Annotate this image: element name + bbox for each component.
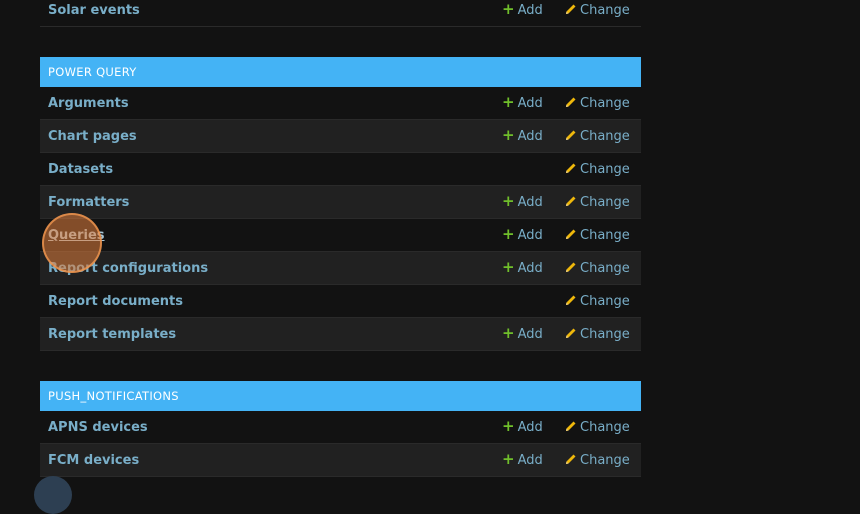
change-link-formatters[interactable]: Change: [565, 195, 630, 210]
change-link-report-documents[interactable]: Change: [565, 294, 630, 309]
model-row-datasets: Datasets Change: [40, 153, 641, 186]
model-row-report-templates: Report templates + Add Change: [40, 318, 641, 351]
module-caption-power-query: POWER QUERY: [40, 57, 641, 87]
change-label: Change: [580, 294, 630, 309]
plus-icon: +: [502, 450, 515, 468]
pencil-icon: [566, 163, 576, 173]
module-caption-push-notifications: PUSH_NOTIFICATIONS: [40, 381, 641, 411]
change-label: Change: [580, 129, 630, 144]
add-link-queries[interactable]: + Add: [502, 225, 543, 244]
change-label: Change: [580, 420, 630, 435]
model-link-apns-devices[interactable]: APNS devices: [48, 420, 148, 435]
model-row-formatters: Formatters + Add Change: [40, 186, 641, 219]
add-label: Add: [517, 453, 543, 468]
plus-icon: +: [502, 93, 515, 111]
model-row-report-configurations: Report configurations + Add Change: [40, 252, 641, 285]
pencil-icon: [566, 4, 576, 14]
plus-icon: +: [502, 0, 515, 18]
model-link-queries[interactable]: Queries: [48, 228, 105, 243]
change-link-chart-pages[interactable]: Change: [565, 129, 630, 144]
pencil-icon: [566, 130, 576, 140]
add-label: Add: [517, 261, 543, 276]
model-link-datasets[interactable]: Datasets: [48, 162, 113, 177]
add-label: Add: [517, 420, 543, 435]
pencil-icon: [566, 454, 576, 464]
add-link-apns-devices[interactable]: + Add: [502, 417, 543, 436]
model-link-formatters[interactable]: Formatters: [48, 195, 129, 210]
model-link-report-configurations[interactable]: Report configurations: [48, 261, 208, 276]
change-link-report-templates[interactable]: Change: [565, 327, 630, 342]
add-link-chart-pages[interactable]: + Add: [502, 126, 543, 145]
pencil-icon: [566, 229, 576, 239]
change-link-arguments[interactable]: Change: [565, 96, 630, 111]
change-label: Change: [580, 96, 630, 111]
change-link-apns-devices[interactable]: Change: [565, 420, 630, 435]
change-label: Change: [580, 453, 630, 468]
change-link-datasets[interactable]: Change: [565, 162, 630, 177]
add-link-solar-events[interactable]: + Add: [502, 0, 543, 19]
model-row-chart-pages: Chart pages + Add Change: [40, 120, 641, 153]
pencil-icon: [566, 196, 576, 206]
add-label: Add: [517, 228, 543, 243]
change-label: Change: [580, 261, 630, 276]
model-row-fcm-devices: FCM devices + Add Change: [40, 444, 641, 477]
change-label: Change: [580, 228, 630, 243]
change-label: Change: [580, 162, 630, 177]
pencil-icon: [566, 97, 576, 107]
add-link-arguments[interactable]: + Add: [502, 93, 543, 112]
change-label: Change: [580, 195, 630, 210]
add-link-report-configurations[interactable]: + Add: [502, 258, 543, 277]
pencil-icon: [566, 295, 576, 305]
add-label: Add: [517, 129, 543, 144]
pencil-icon: [566, 328, 576, 338]
add-label: Add: [517, 327, 543, 342]
model-row-arguments: Arguments + Add Change: [40, 87, 641, 120]
plus-icon: +: [502, 324, 515, 342]
change-label: Change: [580, 327, 630, 342]
plus-icon: +: [502, 192, 515, 210]
change-label: Change: [580, 3, 630, 18]
plus-icon: +: [502, 126, 515, 144]
model-row-queries: Queries + Add Change: [40, 219, 641, 252]
add-label: Add: [517, 195, 543, 210]
change-link-queries[interactable]: Change: [565, 228, 630, 243]
add-link-fcm-devices[interactable]: + Add: [502, 450, 543, 469]
plus-icon: +: [502, 258, 515, 276]
change-link-solar-events[interactable]: Change: [565, 3, 630, 18]
model-link-arguments[interactable]: Arguments: [48, 96, 129, 111]
change-link-report-configurations[interactable]: Change: [565, 261, 630, 276]
plus-icon: +: [502, 417, 515, 435]
add-link-formatters[interactable]: + Add: [502, 192, 543, 211]
plus-icon: +: [502, 225, 515, 243]
model-link-report-documents[interactable]: Report documents: [48, 294, 183, 309]
model-link-fcm-devices[interactable]: FCM devices: [48, 453, 139, 468]
add-link-report-templates[interactable]: + Add: [502, 324, 543, 343]
model-row-solar-events: Solar events + Add Change: [40, 0, 641, 27]
add-label: Add: [517, 3, 543, 18]
model-row-report-documents: Report documents Change: [40, 285, 641, 318]
model-row-apns-devices: APNS devices + Add Change: [40, 411, 641, 444]
change-link-fcm-devices[interactable]: Change: [565, 453, 630, 468]
model-link-report-templates[interactable]: Report templates: [48, 327, 176, 342]
model-link-chart-pages[interactable]: Chart pages: [48, 129, 137, 144]
model-link-solar-events[interactable]: Solar events: [48, 3, 140, 18]
app-list: Solar events + Add Change POWER QUERY Arg…: [40, 0, 641, 477]
pencil-icon: [566, 262, 576, 272]
add-label: Add: [517, 96, 543, 111]
pencil-icon: [566, 421, 576, 431]
